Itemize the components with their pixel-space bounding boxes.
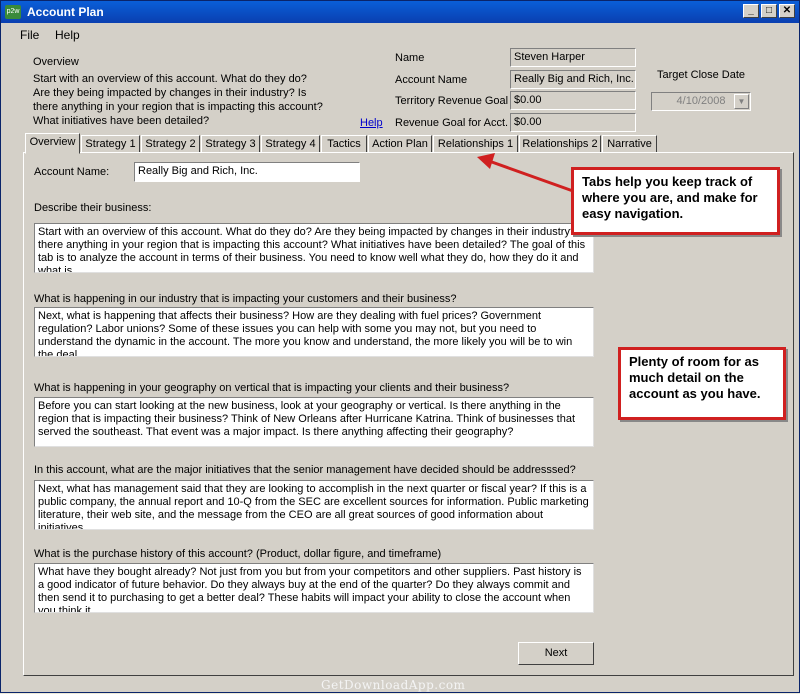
account-name-label: Account Name <box>395 74 468 86</box>
tab-narrative[interactable]: Narrative <box>602 135 657 153</box>
revenue-goal-label: Revenue Goal for Acct. <box>395 117 509 129</box>
title-bar[interactable]: p2w Account Plan _ □ ✕ <box>1 1 799 23</box>
window-title: Account Plan <box>27 5 104 19</box>
section-label-initiatives: In this account, what are the major init… <box>34 464 576 476</box>
tab-strategy-1[interactable]: Strategy 1 <box>81 135 140 153</box>
minimize-button[interactable]: _ <box>743 4 759 18</box>
next-button[interactable]: Next <box>518 642 594 665</box>
territory-revenue-field[interactable]: $0.00 <box>510 91 636 110</box>
textarea-initiatives[interactable]: Next, what has management said that they… <box>34 480 594 530</box>
target-close-label: Target Close Date <box>657 69 746 81</box>
account-name-field[interactable]: Really Big and Rich, Inc. <box>510 70 636 89</box>
section-label-industry: What is happening in our industry that i… <box>34 293 457 305</box>
menu-help[interactable]: Help <box>55 28 80 42</box>
overview-line: Start with an overview of this account. … <box>33 73 307 85</box>
tab-strategy-3[interactable]: Strategy 3 <box>201 135 260 153</box>
name-label: Name <box>395 52 425 64</box>
revenue-goal-field[interactable]: $0.00 <box>510 113 636 132</box>
tab-tactics[interactable]: Tactics <box>321 135 367 153</box>
overview-line: Are they being impacted by changes in th… <box>33 87 307 99</box>
app-icon: p2w <box>5 5 21 19</box>
tab-relationships-1[interactable]: Relationships 1 <box>433 135 518 153</box>
textarea-geography[interactable]: Before you can start looking at the new … <box>34 397 594 447</box>
callout-tabs: Tabs help you keep track of where you ar… <box>571 167 780 235</box>
menu-bar: File Help <box>1 23 799 45</box>
tab-action-plan[interactable]: Action Plan <box>368 135 432 153</box>
overview-heading: Overview <box>33 56 79 68</box>
chevron-down-icon[interactable]: ▼ <box>734 94 749 109</box>
territory-revenue-label: Territory Revenue Goal <box>395 95 509 107</box>
textarea-business[interactable]: Start with an overview of this account. … <box>34 223 594 273</box>
help-link[interactable]: Help <box>360 117 383 129</box>
overview-line: there anything in your region that is im… <box>33 101 323 113</box>
target-close-date-picker[interactable]: 4/10/2008 ▼ <box>651 92 751 111</box>
callout-room: Plenty of room for as much detail on the… <box>618 347 786 420</box>
name-field[interactable]: Steven Harper <box>510 48 636 67</box>
textarea-industry[interactable]: Next, what is happening that affects the… <box>34 307 594 357</box>
textarea-purchase-history[interactable]: What have they bought already? Not just … <box>34 563 594 613</box>
menu-file[interactable]: File <box>20 28 39 42</box>
close-button[interactable]: ✕ <box>779 4 795 18</box>
watermark: GetDownloadApp.com <box>321 678 466 692</box>
tab-overview[interactable]: Overview <box>25 133 80 154</box>
maximize-button[interactable]: □ <box>761 4 777 18</box>
panel-account-name-input[interactable]: Really Big and Rich, Inc. <box>134 162 360 182</box>
panel-account-name-label: Account Name: <box>34 166 110 178</box>
tab-strategy-4[interactable]: Strategy 4 <box>261 135 320 153</box>
account-plan-window: p2w Account Plan _ □ ✕ File Help Overvie… <box>0 0 800 693</box>
section-label-business: Describe their business: <box>34 202 152 214</box>
target-close-value: 4/10/2008 <box>676 95 726 107</box>
section-label-purchase-history: What is the purchase history of this acc… <box>34 548 442 560</box>
tab-relationships-2[interactable]: Relationships 2 <box>519 135 601 153</box>
overview-description: Start with an overview of this account. … <box>33 72 333 128</box>
tab-strategy-2[interactable]: Strategy 2 <box>141 135 200 153</box>
section-label-geography: What is happening in your geography on v… <box>34 382 510 394</box>
overview-line: What initiatives have been detailed? <box>33 115 210 127</box>
